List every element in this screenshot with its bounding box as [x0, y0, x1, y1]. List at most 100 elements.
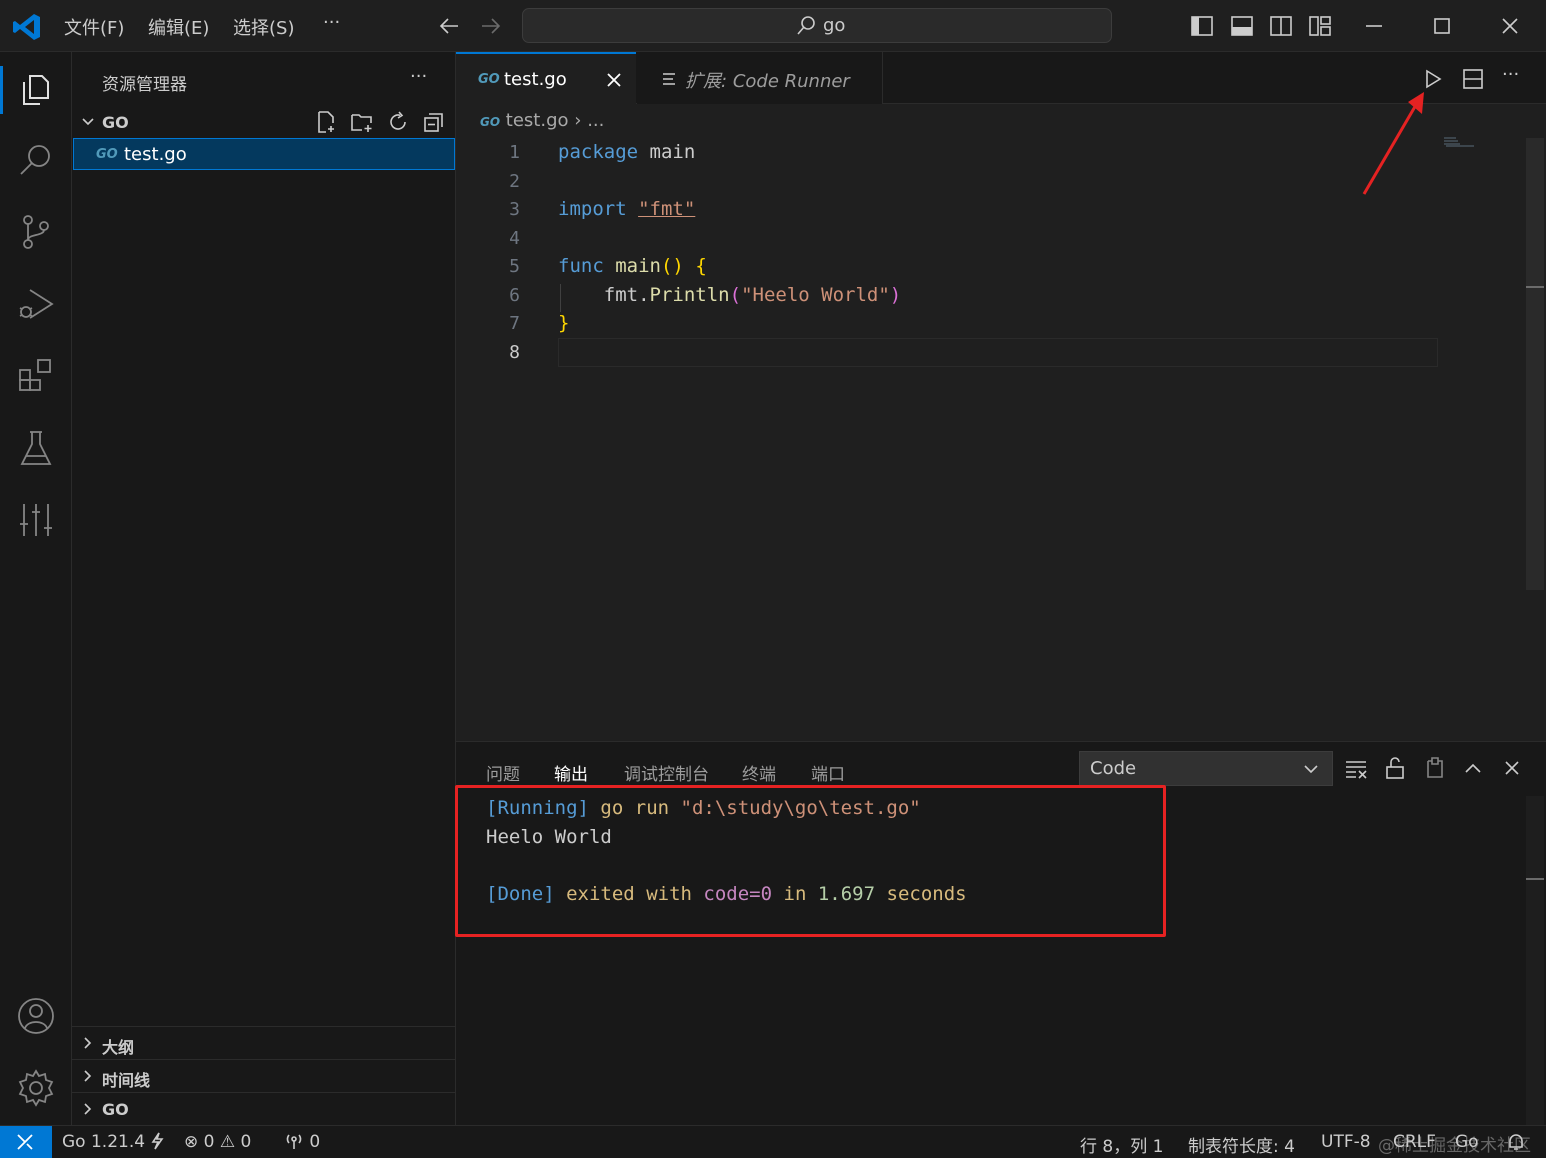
token: { [695, 255, 707, 277]
cursor-position[interactable]: 行 8，列 1 [1080, 1132, 1163, 1157]
code-line: func main() { [558, 255, 707, 277]
refresh-icon[interactable] [386, 110, 410, 134]
vscode-logo-icon [12, 12, 42, 42]
editor-more-button[interactable]: ··· [1502, 64, 1519, 85]
toggle-panel-icon[interactable] [1230, 14, 1254, 38]
tab-label: test.go [504, 69, 567, 90]
title-bar: 文件(F) 编辑(E) 选择(S) ··· go [0, 0, 1546, 52]
minimize-icon[interactable] [1362, 14, 1386, 38]
sidebar-title: 资源管理器 [102, 75, 187, 95]
tab-label: 扩展: Code Runner [685, 67, 850, 93]
accounts-icon[interactable] [16, 996, 56, 1036]
menu-more[interactable]: ··· [323, 12, 340, 33]
new-file-icon[interactable] [314, 110, 338, 134]
close-tab-icon[interactable] [604, 70, 624, 90]
tab-prefix: 扩展: [685, 71, 728, 92]
folder-name[interactable]: GO [102, 113, 129, 132]
file-item-test-go[interactable]: GO test.go [73, 138, 455, 170]
line-number-current: 8 [509, 342, 520, 363]
extensions-icon[interactable] [16, 356, 56, 396]
customize-layout-icon[interactable] [1308, 14, 1332, 38]
go-icon: GO [480, 115, 501, 129]
toggle-primary-sidebar-icon[interactable] [1190, 14, 1214, 38]
testing-icon[interactable] [16, 428, 56, 468]
token: "fmt" [638, 198, 696, 220]
close-panel-icon[interactable] [1502, 758, 1522, 778]
token: import [558, 198, 627, 220]
close-window-icon[interactable] [1498, 14, 1522, 38]
menu-select[interactable]: 选择(S) [233, 14, 294, 40]
remote-indicator[interactable] [0, 1126, 52, 1158]
token: main [649, 141, 696, 163]
go-version-status[interactable]: Go 1.21.4 [62, 1132, 165, 1152]
tab-title: Code Runner [732, 71, 850, 92]
split-editor-icon[interactable] [1462, 68, 1484, 90]
tab-code-runner[interactable]: 扩展: Code Runner [637, 52, 883, 104]
output-channel-select[interactable]: Code [1079, 751, 1333, 786]
code-line: } [558, 312, 569, 334]
warning-icon: ⚠ [219, 1132, 236, 1152]
back-arrow-icon[interactable] [438, 14, 462, 38]
sidebar-more-button[interactable]: ··· [410, 66, 427, 87]
panel-tab-ports[interactable]: 端口 [811, 760, 845, 785]
open-in-editor-icon[interactable] [1424, 756, 1446, 780]
collapse-all-icon[interactable] [422, 110, 446, 134]
line-number: 5 [509, 256, 520, 277]
maximize-panel-icon[interactable] [1463, 758, 1483, 778]
ports-status[interactable]: 0 [284, 1132, 320, 1152]
command-center-search[interactable]: go [522, 8, 1112, 43]
toggle-secondary-sidebar-icon[interactable] [1269, 14, 1293, 38]
panel-tab-terminal[interactable]: 终端 [742, 760, 776, 785]
broadcast-icon [284, 1132, 304, 1150]
breadcrumb-more[interactable]: ... [587, 110, 604, 131]
minimap[interactable] [1444, 136, 1474, 150]
problems-status[interactable]: ⊗ 0 ⚠ 0 [184, 1132, 251, 1152]
menu-file[interactable]: 文件(F) [64, 14, 124, 40]
line-number: 1 [509, 142, 520, 163]
go-icon: GO [478, 72, 500, 87]
activity-bar [0, 52, 72, 1125]
run-code-icon[interactable] [1422, 68, 1444, 90]
explorer-icon[interactable] [16, 68, 56, 108]
forward-arrow-icon[interactable] [478, 14, 502, 38]
encoding[interactable]: UTF-8 [1321, 1132, 1371, 1152]
code-editor[interactable]: GO test.go › ... 1 2 3 4 5 6 7 8 package… [456, 92, 1546, 741]
breadcrumb: GO test.go › ... [480, 110, 604, 131]
panel-tab-output[interactable]: 输出 [554, 760, 588, 785]
search-view-icon[interactable] [16, 140, 56, 180]
settings-sliders-icon[interactable] [16, 500, 56, 540]
timeline-section[interactable]: 时间线 [72, 1059, 456, 1092]
breadcrumb-file[interactable]: test.go [506, 110, 569, 131]
manage-gear-icon[interactable] [16, 1068, 56, 1108]
tab-size[interactable]: 制表符长度: 4 [1188, 1132, 1295, 1157]
unlock-icon[interactable] [1384, 756, 1406, 780]
chevron-right-icon [80, 1068, 96, 1084]
select-value: Code [1090, 758, 1137, 779]
go-section[interactable]: GO [72, 1092, 456, 1125]
error-count: 0 [203, 1132, 215, 1152]
chevron-down-icon [1302, 760, 1320, 778]
token: "Heelo World" [741, 284, 890, 306]
source-control-icon[interactable] [16, 212, 56, 252]
chevron-right-icon [80, 1101, 96, 1117]
outline-section[interactable]: 大纲 [72, 1026, 456, 1059]
token: package [558, 141, 639, 163]
line-number: 6 [509, 285, 520, 306]
editor-scrollbar[interactable] [1526, 138, 1544, 590]
file-name: test.go [124, 144, 187, 165]
panel-tab-debug-console[interactable]: 调试控制台 [624, 760, 709, 785]
token: Println [649, 284, 730, 306]
clear-output-icon[interactable] [1344, 758, 1368, 780]
panel-scrollbar[interactable] [1526, 796, 1544, 1126]
token: () [660, 255, 684, 277]
token: main [615, 255, 661, 277]
menu-edit[interactable]: 编辑(E) [148, 14, 209, 40]
new-folder-icon[interactable] [350, 110, 374, 134]
chevron-down-icon[interactable] [80, 114, 96, 130]
maximize-icon[interactable] [1430, 14, 1454, 38]
run-debug-icon[interactable] [16, 284, 56, 324]
tab-test-go[interactable]: GO test.go [456, 52, 636, 104]
chevron-right-icon: › [574, 110, 582, 131]
panel-tab-problems[interactable]: 问题 [486, 760, 520, 785]
section-label: 大纲 [102, 1038, 135, 1057]
